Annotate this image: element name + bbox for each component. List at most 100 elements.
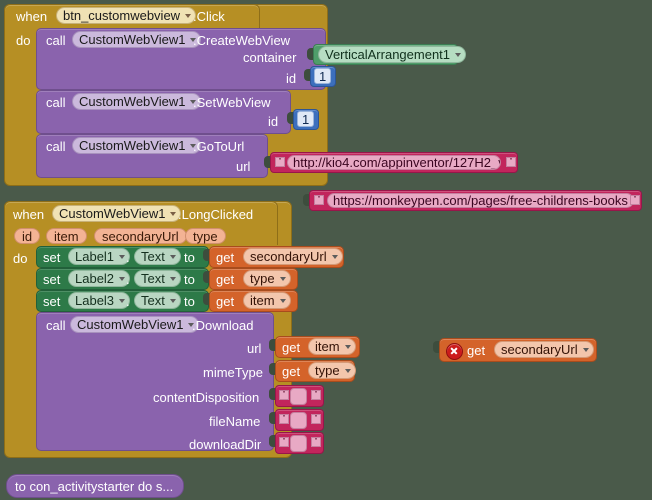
dot-separator-label3: . [126,294,130,309]
chevron-down-icon[interactable] [169,276,176,281]
component-dropdown-label: CustomWebView1 [59,206,166,221]
variable-dropdown-orphan-secondaryurl[interactable]: secondaryUrl [494,341,594,358]
set-keyword-label2: set [43,272,61,287]
component-dropdown-label: btn_customwebview [63,8,181,23]
event-param-type[interactable]: type [185,228,226,244]
chevron-down-icon[interactable] [119,254,126,259]
set-keyword-label3: set [43,294,61,309]
chevron-down-icon[interactable] [119,298,126,303]
text-field-filename[interactable] [290,412,307,429]
chevron-down-icon[interactable] [170,211,177,216]
text-field-contentdisposition[interactable] [290,388,307,405]
component-dropdown-btn-customwebview[interactable]: btn_customwebview [56,7,197,24]
component-dropdown-label: CustomWebView1 [79,94,186,109]
text-field-gotourl-url[interactable]: http://kio4.com/appinventor/127H2_visorw… [287,155,501,170]
variable-dropdown-secondaryurl-1[interactable]: secondaryUrl [243,248,343,265]
component-dropdown-label3[interactable]: Label3 [68,292,131,309]
floating-text-field[interactable]: https://monkeypen.com/pages/free-childre… [327,193,634,208]
do-keyword-longclicked: do [13,251,28,266]
call-keyword-gotourl: call [46,139,66,154]
event-param-secondaryurl[interactable]: secondaryUrl [94,228,187,244]
method-name-gotourl: .GoToUrl [193,139,245,154]
component-dropdown-label: VerticalArrangement1 [325,47,451,62]
component-dropdown-label: CustomWebView1 [79,138,186,153]
variable-dropdown-label: item [250,293,275,308]
text-field-downloaddir[interactable] [290,435,307,452]
component-dropdown-verticalarrangement1[interactable]: VerticalArrangement1 [318,46,467,63]
quote-close-downloaddir: " [311,437,321,447]
quote-close-filename: " [311,414,321,424]
chevron-down-icon[interactable] [344,368,351,373]
quote-close-floating: " [630,195,640,205]
to-keyword-label2: to [184,272,195,287]
component-dropdown-download[interactable]: CustomWebView1 [70,316,200,333]
variable-dropdown-item-download[interactable]: item [308,338,356,355]
chevron-down-icon[interactable] [119,276,126,281]
chevron-down-icon[interactable] [582,347,589,352]
variable-dropdown-item-1[interactable]: item [243,292,291,309]
text-value: http://kio4.com/appinventor/127H2_visorw… [293,155,500,170]
when-keyword-click: when [16,9,48,24]
method-name-setwebview: .SetWebView [193,95,271,110]
number-field-id-create[interactable]: 1 [314,68,332,84]
component-dropdown-setwebview[interactable]: CustomWebView1 [72,93,202,110]
get-keyword-orphan: get [467,343,486,358]
when-keyword-longclicked: when [13,207,45,222]
component-dropdown-gotourl[interactable]: CustomWebView1 [72,137,202,154]
variable-dropdown-type-download[interactable]: type [308,362,356,379]
to-keyword-label1: to [184,250,195,265]
get-keyword-item-download: get [282,340,301,355]
chevron-down-icon[interactable] [185,13,192,18]
event-param-label: secondaryUrl [102,228,179,244]
chevron-down-icon[interactable] [279,276,286,281]
chevron-down-icon[interactable] [279,298,286,303]
component-dropdown-createwebview[interactable]: CustomWebView1 [72,31,202,48]
call-keyword-download: call [46,318,66,333]
property-dropdown-label3-text[interactable]: Text [134,292,181,309]
component-dropdown-label: CustomWebView1 [79,32,186,47]
event-param-item[interactable]: item [46,228,87,244]
variable-dropdown-label: secondaryUrl [501,342,578,357]
chevron-down-icon[interactable] [331,254,338,259]
number-value: 1 [319,68,327,84]
property-dropdown-label: Text [141,271,165,286]
component-dropdown-label: CustomWebView1 [77,317,184,332]
variable-dropdown-label: item [315,339,340,354]
event-param-label: item [54,228,79,244]
blocks-workspace[interactable]: when btn_customwebview .Click do call Cu… [0,0,652,500]
quote-open-gotourl: " [275,157,285,167]
arg-label-url-gotourl: url [236,159,251,174]
component-dropdown-label1[interactable]: Label1 [68,248,131,265]
quote-open-floating: " [314,195,324,205]
property-dropdown-label: Text [141,293,165,308]
component-dropdown-label2[interactable]: Label2 [68,270,131,287]
chevron-down-icon[interactable] [455,52,462,57]
quote-close-contentdisposition: " [311,390,321,400]
number-value: 1 [302,111,310,127]
quote-close-gotourl: " [506,157,516,167]
variable-dropdown-type-1[interactable]: type [243,270,291,287]
get-keyword-type-download: get [282,364,301,379]
event-name-click: .Click [193,9,225,24]
chevron-down-icon[interactable] [169,254,176,259]
collapsed-procedure-label: to con_activitystarter do s... [15,479,174,494]
arg-label-downloaddir: downloadDir [189,437,262,452]
property-dropdown-label2-text[interactable]: Text [134,270,181,287]
variable-dropdown-label: secondaryUrl [250,249,327,264]
dot-separator-label2: . [126,272,130,287]
number-field-id-set[interactable]: 1 [297,111,315,127]
property-dropdown-label1-text[interactable]: Text [134,248,181,265]
chevron-down-icon[interactable] [344,344,351,349]
arg-label-id-create: id [286,71,297,86]
component-dropdown-label: Label1 [75,249,115,264]
event-param-label: id [22,228,33,244]
chevron-down-icon[interactable] [169,298,176,303]
variable-dropdown-label: type [315,363,340,378]
event-param-id[interactable]: id [14,228,41,244]
event-param-label: type [193,228,218,244]
component-dropdown-longclicked[interactable]: CustomWebView1 [52,205,182,222]
error-x-icon[interactable] [446,343,463,360]
arg-label-contentdisposition: contentDisposition [153,390,260,405]
text-value: https://monkeypen.com/pages/free-childre… [333,193,628,208]
get-keyword-item-1: get [216,294,235,309]
